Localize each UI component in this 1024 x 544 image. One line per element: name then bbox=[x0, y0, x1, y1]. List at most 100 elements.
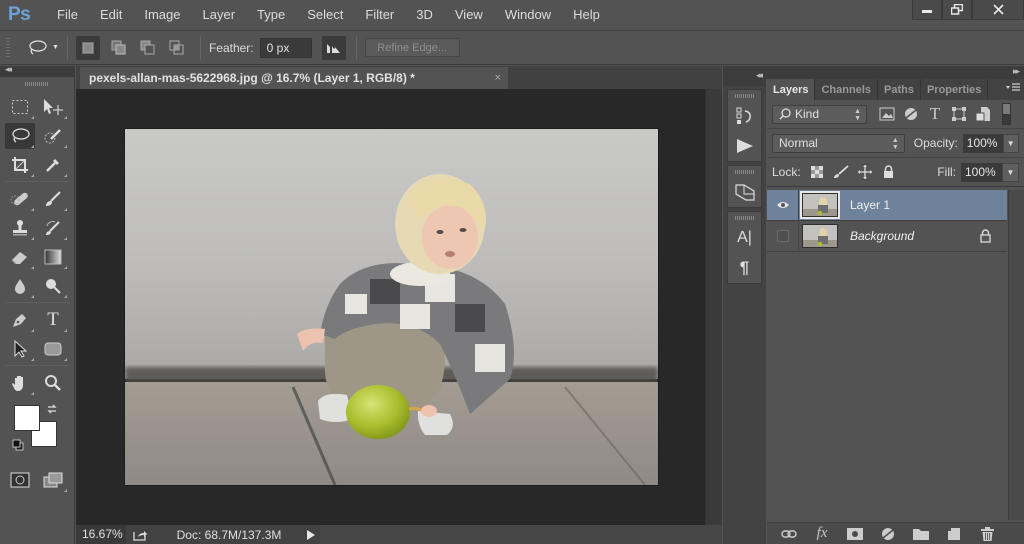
quick-selection-tool[interactable] bbox=[38, 123, 68, 149]
layer-row-background[interactable]: Background bbox=[767, 220, 1007, 252]
screen-mode-button[interactable] bbox=[38, 467, 68, 493]
crop-tool[interactable] bbox=[5, 152, 35, 178]
menu-filter[interactable]: Filter bbox=[354, 0, 405, 30]
layer-visibility-toggle[interactable] bbox=[767, 220, 799, 252]
hand-tool[interactable] bbox=[5, 370, 35, 396]
filter-pixel-button[interactable] bbox=[875, 107, 899, 121]
history-brush-tool[interactable] bbox=[38, 215, 68, 241]
menu-type[interactable]: Type bbox=[246, 0, 296, 30]
filter-kind-dropdown[interactable]: Kind ▲ ▼ bbox=[772, 104, 867, 124]
menu-view[interactable]: View bbox=[444, 0, 494, 30]
filter-adjustment-button[interactable] bbox=[899, 107, 923, 121]
zoom-level-field[interactable]: 16.67% bbox=[76, 525, 126, 544]
document-image[interactable] bbox=[125, 129, 658, 485]
share-button[interactable] bbox=[126, 529, 154, 541]
close-button[interactable] bbox=[972, 0, 1024, 20]
dodge-tool[interactable] bbox=[38, 273, 68, 299]
tab-layers[interactable]: Layers bbox=[767, 79, 816, 100]
tab-channels[interactable]: Channels bbox=[815, 79, 878, 100]
menu-file[interactable]: File bbox=[46, 0, 89, 30]
dock-grip[interactable] bbox=[734, 170, 755, 174]
paragraph-panel-button[interactable]: ¶ bbox=[728, 253, 761, 283]
tab-properties[interactable]: Properties bbox=[921, 79, 989, 100]
lock-image-pixels-button[interactable] bbox=[829, 165, 853, 179]
zoom-tool[interactable] bbox=[38, 370, 68, 396]
canvas-horizontal-scrollbar[interactable] bbox=[320, 525, 722, 544]
clone-stamp-tool[interactable] bbox=[5, 215, 35, 241]
link-layers-button[interactable] bbox=[778, 525, 800, 543]
filter-type-button[interactable]: T bbox=[923, 104, 947, 124]
anti-alias-toggle[interactable] bbox=[321, 35, 346, 60]
lasso-tool[interactable] bbox=[5, 122, 35, 149]
gradient-tool[interactable] bbox=[38, 244, 68, 270]
menu-image[interactable]: Image bbox=[133, 0, 191, 30]
swap-colors-icon[interactable] bbox=[46, 403, 58, 415]
opacity-input[interactable]: 100% bbox=[962, 133, 1003, 153]
filter-shape-button[interactable] bbox=[947, 106, 971, 122]
history-panel-button[interactable] bbox=[728, 101, 761, 131]
menu-edit[interactable]: Edit bbox=[89, 0, 133, 30]
options-bar-grip[interactable] bbox=[6, 37, 10, 58]
actions-panel-button[interactable] bbox=[728, 131, 761, 161]
path-selection-tool[interactable] bbox=[5, 336, 35, 362]
eyedropper-tool[interactable] bbox=[38, 152, 68, 178]
quick-mask-button[interactable] bbox=[5, 467, 35, 493]
lock-position-button[interactable] bbox=[853, 165, 877, 179]
move-tool[interactable] bbox=[38, 94, 68, 120]
layer-visibility-toggle[interactable] bbox=[767, 189, 799, 221]
filter-toggle-switch[interactable] bbox=[1002, 103, 1011, 125]
minimize-button[interactable] bbox=[912, 0, 942, 20]
add-mask-button[interactable] bbox=[844, 525, 866, 543]
tools-grip[interactable] bbox=[25, 82, 49, 86]
tool-preset-picker[interactable] bbox=[24, 35, 50, 61]
add-layer-style-button[interactable]: fx bbox=[811, 525, 833, 543]
menu-select[interactable]: Select bbox=[296, 0, 354, 30]
layers-scrollbar[interactable] bbox=[1008, 190, 1024, 520]
layer-name[interactable]: Background bbox=[850, 229, 914, 243]
menu-3d[interactable]: 3D bbox=[405, 0, 444, 30]
document-tab[interactable]: pexels-allan-mas-5622968.jpg @ 16.7% (La… bbox=[80, 67, 508, 89]
3d-panel-button[interactable] bbox=[728, 177, 761, 207]
fill-input[interactable]: 100% bbox=[961, 162, 1002, 182]
new-selection-button[interactable] bbox=[75, 35, 100, 60]
menu-layer[interactable]: Layer bbox=[192, 0, 247, 30]
panel-menu-icon[interactable] bbox=[1006, 83, 1020, 93]
rectangular-marquee-tool[interactable] bbox=[5, 94, 35, 120]
filter-smart-object-button[interactable] bbox=[971, 106, 995, 122]
refine-edge-button[interactable]: Refine Edge... bbox=[364, 38, 460, 57]
collapse-icon[interactable]: ▸▸ bbox=[1013, 66, 1020, 77]
blend-mode-dropdown[interactable]: Normal ▲ ▼ bbox=[772, 133, 905, 153]
dock-grip[interactable] bbox=[734, 216, 755, 220]
tab-paths[interactable]: Paths bbox=[878, 79, 921, 100]
chevron-down-icon[interactable]: ▼ bbox=[52, 44, 59, 51]
fill-dropdown-button[interactable]: ▼ bbox=[1002, 162, 1019, 182]
close-tab-icon[interactable]: × bbox=[495, 72, 501, 84]
feather-input[interactable]: 0 px bbox=[259, 37, 312, 58]
menu-window[interactable]: Window bbox=[494, 0, 562, 30]
delete-layer-button[interactable] bbox=[976, 525, 998, 543]
new-layer-button[interactable] bbox=[943, 525, 965, 543]
menu-help[interactable]: Help bbox=[562, 0, 611, 30]
restore-button[interactable] bbox=[942, 0, 972, 20]
brush-tool[interactable] bbox=[38, 186, 68, 212]
canvas-vertical-scrollbar[interactable] bbox=[705, 89, 722, 525]
eraser-tool[interactable] bbox=[5, 244, 35, 270]
lock-all-button[interactable] bbox=[877, 165, 901, 179]
character-panel-button[interactable]: A| bbox=[728, 223, 761, 253]
opacity-dropdown-button[interactable]: ▼ bbox=[1002, 133, 1019, 153]
new-adjustment-layer-button[interactable] bbox=[877, 525, 899, 543]
lock-transparent-pixels-button[interactable] bbox=[805, 166, 829, 178]
spot-healing-brush-tool[interactable] bbox=[5, 186, 35, 212]
pen-tool[interactable] bbox=[5, 307, 35, 333]
canvas-area[interactable] bbox=[76, 89, 705, 525]
blur-tool[interactable] bbox=[5, 273, 35, 299]
layer-name[interactable]: Layer 1 bbox=[850, 198, 890, 212]
default-colors-icon[interactable] bbox=[12, 439, 24, 451]
layer-row-layer-1[interactable]: Layer 1 bbox=[767, 189, 1007, 221]
status-menu-button[interactable] bbox=[304, 525, 318, 544]
foreground-color-swatch[interactable] bbox=[14, 405, 40, 431]
collapse-icon[interactable]: ◂◂ bbox=[5, 64, 12, 75]
dock-grip[interactable] bbox=[734, 94, 755, 98]
rectangle-tool[interactable] bbox=[38, 336, 68, 362]
new-group-button[interactable] bbox=[910, 525, 932, 543]
